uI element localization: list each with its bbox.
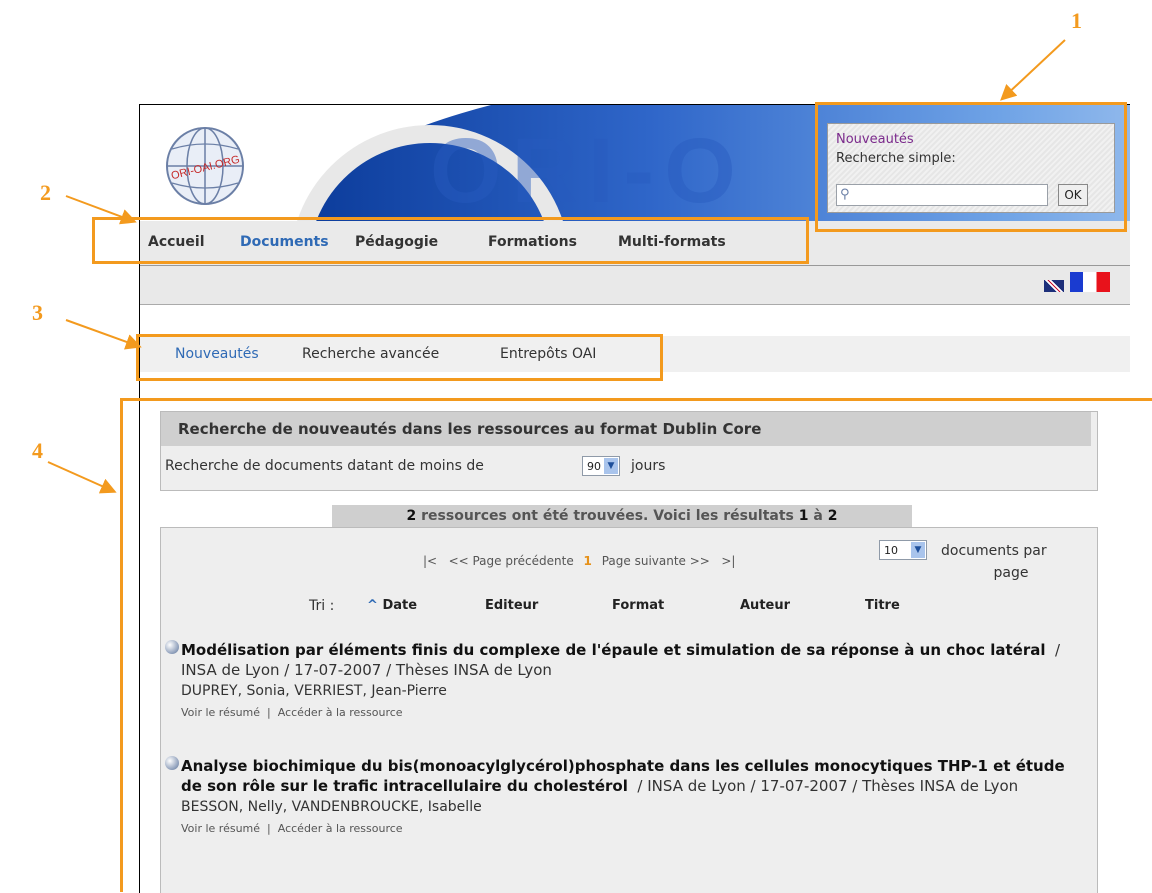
callout-arrow-4: [47, 461, 117, 494]
callout-arrow-3: [65, 319, 142, 350]
callout-arrows: [47, 39, 1066, 494]
callout-arrow-2: [65, 195, 137, 225]
callout-arrow-1: [1000, 39, 1066, 101]
